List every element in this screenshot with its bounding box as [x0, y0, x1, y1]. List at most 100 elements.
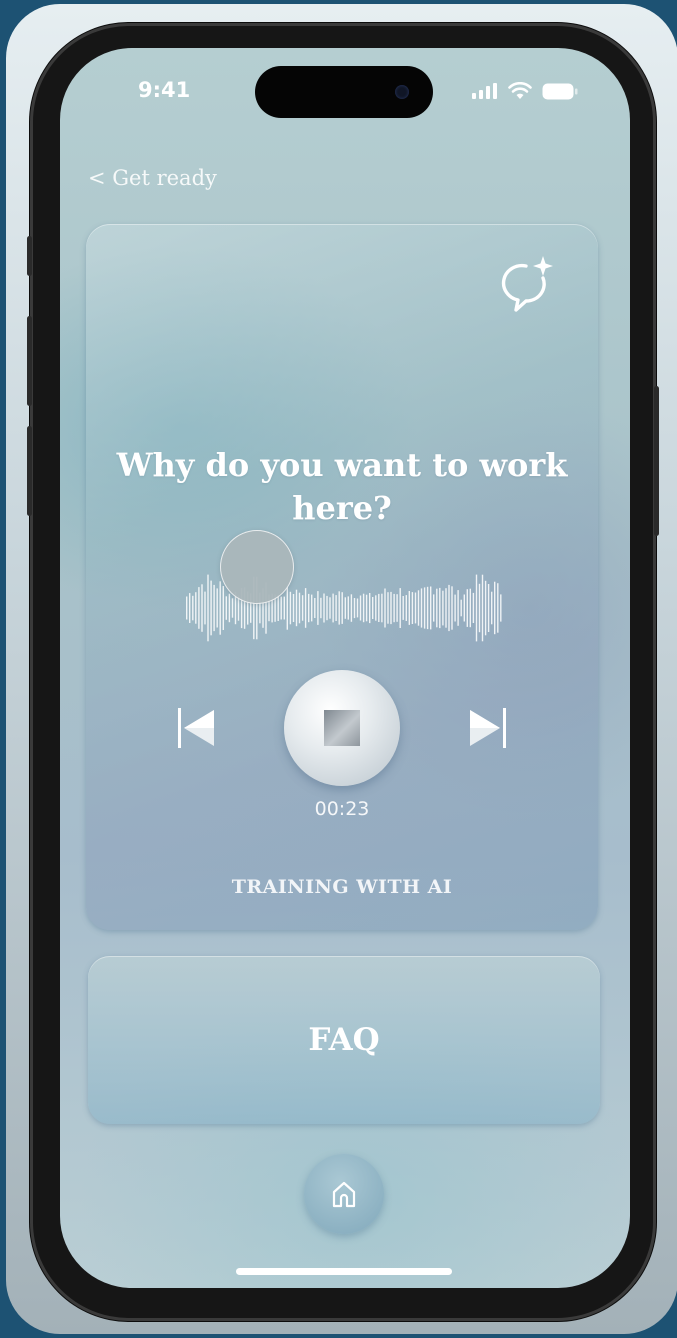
waveform-bar — [463, 594, 465, 622]
waveform-bar — [198, 587, 200, 629]
waveform-bar — [399, 588, 401, 628]
waveform-bar — [448, 584, 450, 632]
signal-icon — [472, 83, 497, 99]
waveform-bar — [481, 574, 484, 642]
skip-back-icon[interactable] — [176, 706, 216, 750]
waveform-bar — [350, 594, 353, 622]
waveform-bar — [304, 588, 307, 628]
waveform-bar — [460, 599, 462, 617]
waveform-bar — [326, 595, 328, 621]
waveform-bar — [231, 598, 234, 618]
waveform-bar — [469, 588, 471, 628]
waveform-bar — [494, 581, 496, 635]
waveform-bar — [414, 592, 417, 624]
waveform-bar — [433, 594, 435, 622]
waveform-bar — [451, 586, 453, 630]
waveform-bar — [378, 593, 380, 622]
mode-label: TRAINING WITH AI — [231, 876, 453, 898]
waveform-bar — [308, 593, 310, 623]
waveform-bar — [298, 592, 301, 624]
waveform-bar — [195, 592, 197, 624]
home-indicator[interactable] — [236, 1268, 452, 1275]
waveform-bar — [317, 591, 319, 625]
chat-sparkle-icon[interactable] — [496, 254, 558, 316]
waveform-bar — [347, 596, 349, 620]
waveform-bar — [445, 588, 447, 628]
question-text: Why do you want to work here? — [116, 446, 568, 527]
waveform-bar — [314, 598, 316, 618]
stop-icon — [324, 710, 360, 746]
waveform-playhead[interactable] — [220, 530, 294, 604]
waveform-bar — [216, 588, 218, 628]
training-card: Why do you want to work here? 00:23 TRAI… — [86, 224, 598, 930]
waveform-bar — [210, 580, 212, 636]
waveform-bar — [497, 583, 499, 633]
waveform-bar — [430, 586, 432, 630]
waveform-bar — [362, 593, 365, 623]
waveform-bar — [390, 591, 392, 625]
waveform-bar — [323, 593, 325, 623]
waveform-bar — [222, 586, 224, 630]
stop-button[interactable] — [284, 670, 400, 786]
waveform-bar — [381, 593, 383, 623]
waveform-bar — [201, 584, 203, 632]
waveform-bar — [207, 574, 209, 642]
status-icons — [472, 82, 578, 100]
waveform-bar — [335, 595, 337, 621]
waveform-bar — [408, 591, 410, 625]
waveform-bar — [402, 596, 404, 620]
waveform-bar — [393, 593, 395, 623]
skip-forward-icon[interactable] — [468, 706, 508, 750]
volume-down-button — [27, 426, 32, 516]
waveform-bar — [500, 594, 502, 622]
home-button[interactable] — [304, 1154, 384, 1234]
waveform-bar — [283, 596, 285, 620]
waveform-bar — [213, 584, 215, 632]
waveform-bar — [320, 597, 322, 619]
waveform-bar — [423, 587, 426, 629]
waveform-bar — [405, 595, 407, 621]
home-icon — [332, 1181, 356, 1208]
waveform-bar — [338, 591, 340, 625]
waveform-bar — [369, 593, 371, 624]
waveform-bar — [487, 584, 490, 632]
waveform-bar — [454, 594, 456, 622]
waveform-bar — [341, 592, 343, 624]
waveform-bar — [457, 590, 459, 626]
waveform-bar — [375, 595, 377, 621]
waveform-bar — [189, 593, 191, 623]
waveform-bar — [372, 597, 374, 619]
waveform-bar — [311, 594, 313, 622]
waveform-bar — [384, 588, 386, 628]
waveform-bar — [204, 591, 206, 625]
waveform-bar — [478, 583, 481, 633]
waveform-bar — [192, 595, 194, 621]
waveform-bar — [219, 581, 221, 635]
waveform-bar — [420, 588, 423, 628]
battery-icon — [542, 83, 578, 99]
waveform-bar — [329, 597, 331, 619]
status-time: 9:41 — [138, 78, 191, 102]
faq-button[interactable]: FAQ — [88, 956, 600, 1124]
waveform-bar — [286, 586, 288, 630]
waveform-bar — [491, 591, 493, 625]
waveform-bar — [442, 590, 444, 626]
waveform-bar — [396, 594, 398, 622]
waveform-bar — [436, 588, 438, 628]
waveform-bar — [365, 594, 368, 622]
waveform-bar — [356, 598, 359, 618]
wifi-icon — [508, 82, 532, 99]
waveform-bar — [228, 593, 231, 623]
waveform-bar — [475, 574, 478, 642]
waveform-bar — [472, 592, 475, 623]
waveform-bar — [277, 595, 279, 621]
volume-up-button — [27, 316, 32, 406]
waveform-bar — [439, 587, 441, 629]
back-link[interactable]: < Get ready — [88, 166, 217, 190]
side-button — [27, 236, 32, 276]
waveform-bar — [387, 592, 389, 624]
waveform-bar — [295, 589, 298, 627]
waveform-bar — [359, 595, 362, 621]
waveform-bar — [411, 592, 414, 624]
waveform-bar — [426, 586, 429, 630]
